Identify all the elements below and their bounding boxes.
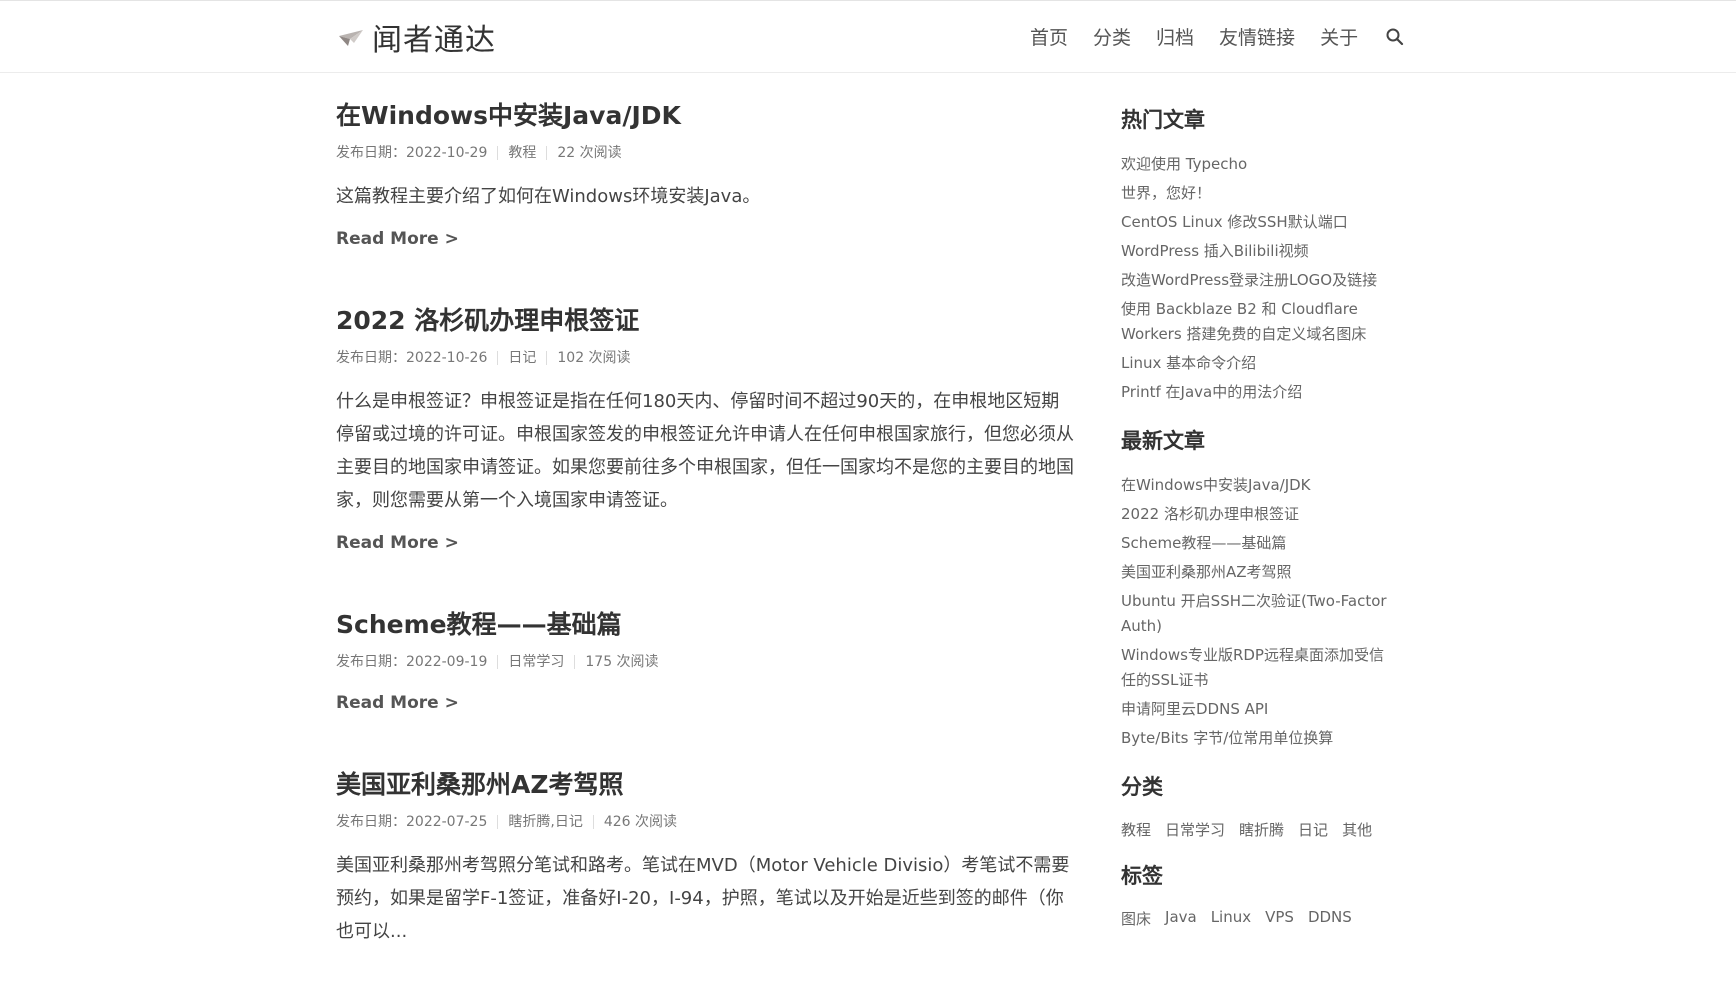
latest-post-link[interactable]: 在Windows中安装Java/JDK [1121,473,1391,498]
hot-post-link[interactable]: CentOS Linux 修改SSH默认端口 [1121,210,1391,235]
site-logo[interactable]: 闻者通达 [336,15,496,59]
latest-post-link[interactable]: 申请阿里云DDNS API [1121,697,1391,722]
post-category[interactable]: 日记 [508,349,536,367]
post-date: 发布日期：2022-10-26 [336,350,488,366]
post-item: 在Windows中安装Java/JDK 发布日期：2022-10-29 教程 2… [336,100,1076,249]
post-category[interactable]: 日常学习 [508,653,564,671]
hot-post-link[interactable]: 世界，您好！ [1121,181,1391,206]
hot-post-link[interactable]: Printf 在Java中的用法介绍 [1121,380,1391,405]
hot-post-link[interactable]: WordPress 插入Bilibili视频 [1121,239,1391,264]
nav-archive[interactable]: 归档 [1156,23,1194,50]
site-header: 闻者通达 首页 分类 归档 友情链接 关于 [0,0,1736,73]
post-views: 102 次阅读 [557,350,631,366]
post-category[interactable]: 瞎折腾,日记 [508,813,582,831]
category-link[interactable]: 日记 [1298,819,1328,840]
post-excerpt: 美国亚利桑那州考驾照分笔试和路考。笔试在MVD（Motor Vehicle Di… [336,855,1070,942]
tag-link[interactable]: Linux [1211,908,1251,929]
post-date: 发布日期：2022-10-29 [336,145,488,161]
nav-about[interactable]: 关于 [1320,23,1358,50]
latest-posts-widget: 最新文章 在Windows中安装Java/JDK 2022 洛杉矶办理申根签证 Sc… [1121,427,1391,751]
post-views: 175 次阅读 [585,654,659,670]
latest-post-link[interactable]: 2022 洛杉矶办理申根签证 [1121,502,1391,527]
post-views: 22 次阅读 [557,145,622,161]
category-link[interactable]: 其他 [1342,819,1372,840]
latest-posts-list: 在Windows中安装Java/JDK 2022 洛杉矶办理申根签证 Scheme教… [1121,473,1391,751]
post-excerpt: 这篇教程主要介绍了如何在Windows环境安装Java。 [336,186,761,207]
widget-title: 最新文章 [1121,429,1205,453]
tag-list: 图床 Java Linux VPS DDNS [1121,908,1391,929]
post-meta: 发布日期：2022-10-26 日记 102 次阅读 [336,349,1076,367]
latest-post-link[interactable]: Scheme教程——基础篇 [1121,531,1391,556]
hot-posts-widget: 热门文章 欢迎使用 Typecho 世界，您好！ CentOS Linux 修改SS… [1121,106,1391,405]
hot-post-link[interactable]: Linux 基本命令介绍 [1121,351,1391,376]
post-item: 2022 洛杉矶办理申根签证 发布日期：2022-10-26 日记 102 次阅… [336,305,1076,553]
nav-home[interactable]: 首页 [1030,23,1068,50]
tag-link[interactable]: 图床 [1121,908,1151,929]
latest-post-link[interactable]: Windows专业版RDP远程桌面添加受信任的SSL证书 [1121,643,1391,693]
widget-title: 热门文章 [1121,108,1205,132]
latest-post-link[interactable]: Byte/Bits 字节/位常用单位换算 [1121,726,1391,751]
post-title[interactable]: 2022 洛杉矶办理申根签证 [336,305,1076,337]
category-link[interactable]: 瞎折腾 [1239,819,1284,840]
main-nav: 首页 分类 归档 友情链接 关于 [1030,23,1405,50]
post-excerpt: 什么是申根签证？申根签证是指在任何180天内、停留时间不超过90天的，在申根地区… [336,391,1074,511]
meta-divider [546,146,548,160]
meta-divider [546,351,548,365]
read-more-link[interactable]: Read More > [336,533,459,553]
post-meta: 发布日期：2022-10-29 教程 22 次阅读 [336,144,1076,162]
hot-post-link[interactable]: 使用 Backblaze B2 和 Cloudflare Workers 搭建免… [1121,297,1391,347]
post-date: 发布日期：2022-09-19 [336,654,488,670]
categories-widget: 分类 教程 日常学习 瞎折腾 日记 其他 [1121,773,1391,840]
meta-divider [497,351,499,365]
hot-post-link[interactable]: 欢迎使用 Typecho [1121,152,1391,177]
category-link[interactable]: 教程 [1121,819,1151,840]
latest-post-link[interactable]: 美国亚利桑那州AZ考驾照 [1121,560,1391,585]
post-title[interactable]: 在Windows中安装Java/JDK [336,100,1076,132]
paper-plane-icon [339,30,363,46]
post-title[interactable]: Scheme教程——基础篇 [336,609,1076,641]
hot-posts-list: 欢迎使用 Typecho 世界，您好！ CentOS Linux 修改SSH默认端口… [1121,152,1391,405]
hot-post-link[interactable]: 改造WordPress登录注册LOGO及链接 [1121,268,1391,293]
category-list: 教程 日常学习 瞎折腾 日记 其他 [1121,819,1391,840]
nav-categories[interactable]: 分类 [1093,23,1131,50]
post-date: 发布日期：2022-07-25 [336,814,488,830]
read-more-link[interactable]: Read More > [336,693,459,713]
site-title: 闻者通达 [372,23,496,58]
tags-widget: 标签 图床 Java Linux VPS DDNS [1121,862,1391,929]
latest-post-link[interactable]: Ubuntu 开启SSH二次验证(Two-Factor Auth) [1121,589,1391,639]
post-item: 美国亚利桑那州AZ考驾照 发布日期：2022-07-25 瞎折腾,日记 426 … [336,769,1076,948]
tag-link[interactable]: DDNS [1308,908,1352,929]
post-views: 426 次阅读 [603,814,677,830]
post-meta: 发布日期：2022-07-25 瞎折腾,日记 426 次阅读 [336,813,1076,831]
meta-divider [592,815,594,829]
nav-friend-links[interactable]: 友情链接 [1219,23,1295,50]
meta-divider [497,146,499,160]
post-title[interactable]: 美国亚利桑那州AZ考驾照 [336,769,1076,801]
tag-link[interactable]: VPS [1265,908,1294,929]
meta-divider [497,815,499,829]
widget-title: 分类 [1121,775,1163,799]
post-item: Scheme教程——基础篇 发布日期：2022-09-19 日常学习 175 次… [336,609,1076,713]
post-meta: 发布日期：2022-09-19 日常学习 175 次阅读 [336,653,1076,671]
widget-title: 标签 [1121,864,1163,888]
meta-divider [497,655,499,669]
category-link[interactable]: 日常学习 [1165,819,1225,840]
sidebar: 热门文章 欢迎使用 Typecho 世界，您好！ CentOS Linux 修改SS… [1121,106,1391,951]
post-list: 在Windows中安装Java/JDK 发布日期：2022-10-29 教程 2… [336,100,1076,1004]
search-icon[interactable] [1385,27,1405,47]
read-more-link[interactable]: Read More > [336,229,459,249]
tag-link[interactable]: Java [1165,908,1197,929]
post-category[interactable]: 教程 [508,144,536,162]
meta-divider [574,655,576,669]
